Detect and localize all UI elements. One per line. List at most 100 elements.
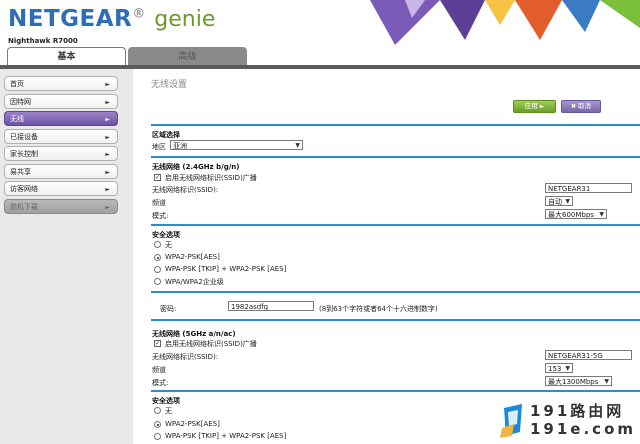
brand-product: genie bbox=[154, 7, 216, 32]
sidebar-item-label: 访客网络 bbox=[10, 185, 38, 193]
deco-yellow-shard bbox=[485, 0, 515, 25]
deco-blue-shard bbox=[562, 0, 600, 32]
region-value: 亚洲 bbox=[173, 142, 187, 150]
brand-name: NETGEAR bbox=[8, 6, 133, 32]
tab-advanced[interactable]: 高级 bbox=[128, 47, 247, 67]
section-divider bbox=[151, 224, 640, 226]
ssid-5-label: 无线网络标识(SSID): bbox=[152, 353, 219, 361]
region-section-title: 区域选择 bbox=[152, 131, 180, 139]
chevron-down-icon: ▼ bbox=[565, 365, 570, 372]
sidebar-item-guest-network[interactable]: 访客网络 ► bbox=[4, 181, 118, 196]
passphrase-input[interactable]: 1982asdfg bbox=[228, 301, 314, 311]
channel-24-select[interactable]: 自动 ▼ bbox=[545, 196, 573, 206]
ssid-broadcast-24-checkbox[interactable]: ✓ bbox=[154, 174, 161, 181]
sidebar-item-parental-controls[interactable]: 家长控制 ► bbox=[4, 146, 118, 161]
sidebar-item-internet[interactable]: 因特网 ► bbox=[4, 94, 118, 109]
mode-5-label: 模式: bbox=[152, 379, 169, 387]
header-decoration-graphic bbox=[370, 0, 640, 45]
header: NETGEAR® genie Nighthawk R7000 基本 高级 bbox=[0, 0, 640, 68]
deco-purple-shard bbox=[370, 0, 440, 45]
ssid-broadcast-24-label: 启用无线网络标识(SSID)广播 bbox=[165, 174, 257, 182]
ssid-broadcast-5-checkbox[interactable]: ✓ bbox=[154, 340, 161, 347]
netgear-logo[interactable]: NETGEAR® genie bbox=[8, 6, 215, 32]
channel-5-select[interactable]: 153 ▼ bbox=[545, 363, 573, 373]
ssid-24-label: 无线网络标识(SSID): bbox=[152, 186, 219, 194]
security-5-section-title: 安全选项 bbox=[152, 397, 180, 405]
sidebar: 首页 ► 因特网 ► 无线 ► 已接设备 ► 家长控制 ► 易共享 ► 访客网络… bbox=[0, 69, 133, 444]
cancel-label: 取消 bbox=[578, 102, 592, 110]
chevron-right-icon: ► bbox=[105, 116, 110, 123]
chevron-right-icon: ► bbox=[105, 81, 110, 88]
sidebar-item-label: 无线 bbox=[10, 115, 24, 123]
chevron-down-icon: ▼ bbox=[295, 142, 300, 149]
channel-5-value: 153 bbox=[548, 365, 562, 373]
security-5-mixed-label: WPA-PSK [TKIP] + WPA2-PSK [AES] bbox=[165, 432, 287, 440]
security-5-wpa2-radio[interactable] bbox=[154, 421, 161, 428]
security-24-none-radio[interactable] bbox=[154, 241, 161, 248]
play-icon: ► bbox=[539, 103, 545, 110]
ssid-24-input[interactable]: NETGEAR31 bbox=[545, 183, 632, 193]
cancel-button[interactable]: ✖ 取消 bbox=[561, 100, 601, 113]
apply-label: 应用 bbox=[524, 102, 538, 110]
security-24-none-label: 无 bbox=[165, 241, 172, 249]
deco-dark-purple-shard bbox=[440, 0, 485, 40]
chevron-right-icon: ► bbox=[105, 99, 110, 106]
sidebar-item-home[interactable]: 首页 ► bbox=[4, 76, 118, 91]
section-divider bbox=[151, 291, 640, 293]
sidebar-item-readyshare[interactable]: 易共享 ► bbox=[4, 164, 118, 179]
security-24-enterprise-label: WPA/WPA2企业级 bbox=[165, 278, 224, 286]
security-5-wpa2-label: WPA2-PSK[AES] bbox=[165, 420, 220, 428]
wireless-5ghz-section-title: 无线网络 (5GHz a/n/ac) bbox=[152, 330, 236, 338]
chevron-down-icon: ▼ bbox=[565, 198, 570, 205]
sidebar-item-label: 因特网 bbox=[10, 98, 31, 106]
chevron-right-icon: ► bbox=[105, 186, 110, 193]
main-content: 无线设置 应用 ► ✖ 取消 区域选择 地区 亚洲 ▼ 无线网络 (2.4GHz… bbox=[133, 69, 640, 444]
chevron-down-icon: ▼ bbox=[604, 378, 609, 385]
security-5-mixed-radio[interactable] bbox=[154, 433, 161, 440]
close-icon: ✖ bbox=[570, 103, 576, 110]
passphrase-hint: (8到63个字符或者64个十六进制数字) bbox=[319, 305, 438, 313]
ssid-broadcast-5-label: 启用无线网络标识(SSID)广播 bbox=[165, 340, 257, 348]
sidebar-item-label: 家长控制 bbox=[10, 150, 38, 158]
channel-5-label: 频道 bbox=[152, 366, 166, 374]
chevron-right-icon: ► bbox=[105, 134, 110, 141]
sidebar-item-offline-download[interactable]: 脱机下载 ► bbox=[4, 199, 118, 214]
channel-24-label: 频道 bbox=[152, 199, 166, 207]
section-divider bbox=[151, 124, 640, 126]
watermark-logo-icon bbox=[500, 404, 522, 438]
mode-24-value: 最大600Mbps bbox=[548, 211, 594, 219]
deco-orange-shard bbox=[515, 0, 562, 40]
tab-basic[interactable]: 基本 bbox=[7, 47, 126, 66]
security-24-mixed-radio[interactable] bbox=[154, 266, 161, 273]
sidebar-item-label: 首页 bbox=[10, 80, 24, 88]
deco-green-shard bbox=[600, 0, 640, 28]
security-5-none-radio[interactable] bbox=[154, 407, 161, 414]
ssid-5-input[interactable]: NETGEAR31-5G bbox=[545, 350, 632, 360]
chevron-right-icon: ► bbox=[105, 151, 110, 158]
security-24-wpa2-label: WPA2-PSK[AES] bbox=[165, 253, 220, 261]
chevron-down-icon: ▼ bbox=[599, 211, 604, 218]
mode-24-select[interactable]: 最大600Mbps ▼ bbox=[545, 209, 607, 219]
security-24-mixed-label: WPA-PSK [TKIP] + WPA2-PSK [AES] bbox=[165, 265, 287, 273]
wireless-24ghz-section-title: 无线网络 (2.4GHz b/g/n) bbox=[152, 163, 240, 171]
section-divider bbox=[151, 390, 640, 392]
region-label: 地区 bbox=[152, 143, 166, 151]
mode-24-label: 模式: bbox=[152, 212, 169, 220]
mode-5-select[interactable]: 最大1300Mbps ▼ bbox=[545, 376, 612, 386]
chevron-right-icon: ► bbox=[105, 204, 110, 211]
watermark-line-1: 191路由网 bbox=[530, 402, 625, 420]
router-model: Nighthawk R7000 bbox=[8, 37, 78, 45]
security-24-wpa2-radio[interactable] bbox=[154, 254, 161, 261]
apply-button[interactable]: 应用 ► bbox=[513, 100, 556, 113]
page-title: 无线设置 bbox=[151, 80, 188, 90]
region-select[interactable]: 亚洲 ▼ bbox=[170, 140, 303, 150]
section-divider bbox=[151, 319, 640, 321]
sidebar-item-label: 已接设备 bbox=[10, 133, 38, 141]
security-24-section-title: 安全选项 bbox=[152, 231, 180, 239]
security-24-enterprise-radio[interactable] bbox=[154, 278, 161, 285]
sidebar-item-attached-devices[interactable]: 已接设备 ► bbox=[4, 129, 118, 144]
sidebar-item-label: 易共享 bbox=[10, 168, 31, 176]
section-divider bbox=[151, 156, 640, 158]
security-5-none-label: 无 bbox=[165, 407, 172, 415]
sidebar-item-wireless[interactable]: 无线 ► bbox=[4, 111, 118, 126]
